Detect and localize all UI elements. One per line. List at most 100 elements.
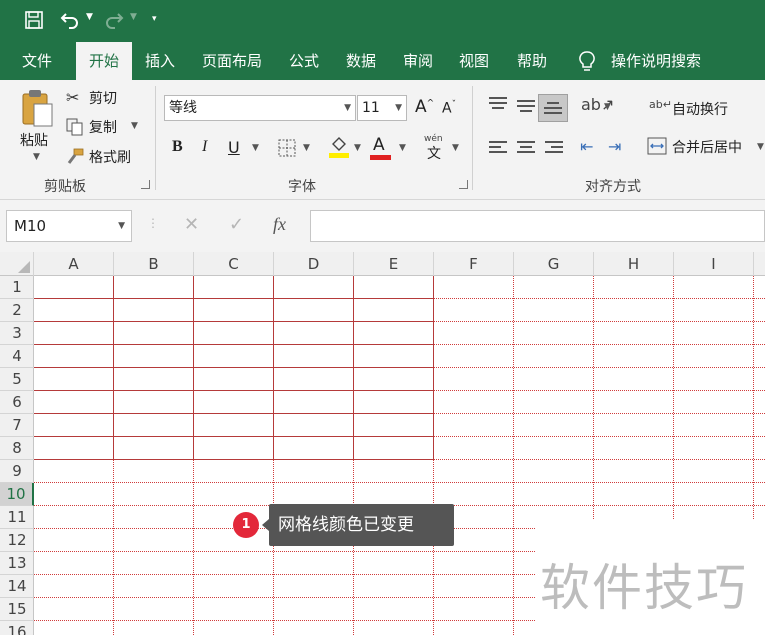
gridline — [513, 276, 514, 635]
chevron-down-icon[interactable]: ▼ — [395, 96, 402, 120]
more-icon: ⋮ — [147, 216, 159, 230]
column-header[interactable]: F — [434, 252, 514, 276]
tab-formulas[interactable]: 公式 — [279, 42, 329, 80]
watermark: 软件技巧 — [540, 559, 748, 617]
row-header[interactable]: 15 — [0, 598, 34, 621]
column-header[interactable]: A — [34, 252, 114, 276]
font-launcher[interactable] — [459, 180, 468, 189]
cell-border — [34, 298, 434, 299]
column-header[interactable]: D — [274, 252, 354, 276]
redo-dropdown-icon[interactable]: ▼ — [130, 12, 137, 22]
row-header[interactable]: 4 — [0, 345, 34, 368]
row-header[interactable]: 14 — [0, 575, 34, 598]
undo-dropdown-icon[interactable]: ▼ — [86, 12, 93, 22]
font-group-label: 字体 — [288, 179, 316, 195]
orientation-dropdown-icon[interactable]: ▼ — [604, 102, 611, 112]
tab-insert[interactable]: 插入 — [135, 42, 185, 80]
row-header[interactable]: 6 — [0, 391, 34, 414]
chevron-down-icon[interactable]: ▼ — [344, 96, 351, 120]
row-header[interactable]: 11 — [0, 506, 34, 529]
tell-me-search[interactable]: 操作说明搜索 — [601, 42, 711, 80]
align-center-icon[interactable] — [517, 141, 535, 155]
align-middle-icon[interactable] — [517, 100, 535, 114]
font-size-combo[interactable]: 11 ▼ — [357, 95, 407, 121]
row-header[interactable]: 9 — [0, 460, 34, 483]
merge-center-button[interactable]: 合并后居中 — [672, 137, 742, 157]
row-header[interactable]: 7 — [0, 414, 34, 437]
row-header[interactable]: 8 — [0, 437, 34, 460]
row-header[interactable]: 16 — [0, 621, 34, 635]
clipboard-launcher[interactable] — [141, 180, 150, 189]
copy-button[interactable]: 复制 — [89, 117, 117, 137]
tab-help[interactable]: 帮助 — [507, 42, 557, 80]
paste-dropdown-icon[interactable]: ▼ — [33, 152, 40, 162]
italic-button[interactable]: I — [202, 138, 207, 156]
chevron-down-icon[interactable]: ▼ — [118, 211, 125, 241]
underline-dropdown-icon[interactable]: ▼ — [252, 143, 259, 153]
column-header[interactable]: E — [354, 252, 434, 276]
font-color-icon[interactable]: A — [373, 135, 385, 155]
increase-indent-icon[interactable]: ⇥ — [608, 137, 621, 156]
wrap-text-button[interactable]: 自动换行 — [672, 99, 728, 119]
name-box[interactable]: M10 ▼ — [6, 210, 132, 242]
cell-border — [34, 436, 434, 437]
decrease-indent-icon[interactable]: ⇤ — [580, 137, 593, 156]
merge-dropdown-icon[interactable]: ▼ — [757, 142, 764, 152]
tab-page-layout[interactable]: 页面布局 — [192, 42, 272, 80]
grow-font-icon[interactable]: A^ — [415, 97, 434, 117]
row-header[interactable]: 3 — [0, 322, 34, 345]
fill-color-dropdown-icon[interactable]: ▼ — [354, 143, 361, 153]
tab-home[interactable]: 开始 — [76, 42, 132, 80]
cell-border — [353, 276, 354, 460]
align-right-icon[interactable] — [545, 141, 563, 155]
copy-dropdown-icon[interactable]: ▼ — [131, 121, 138, 131]
ribbon-tabs: 文件 开始 插入 页面布局 公式 数据 审阅 视图 帮助 操作说明搜索 — [0, 42, 765, 80]
row-header[interactable]: 2 — [0, 299, 34, 322]
redo-icon[interactable] — [104, 11, 124, 29]
bold-button[interactable]: B — [172, 138, 183, 156]
tab-review[interactable]: 审阅 — [393, 42, 443, 80]
row-header[interactable]: 5 — [0, 368, 34, 391]
column-header[interactable]: I — [674, 252, 754, 276]
font-name-value: 等线 — [169, 100, 197, 116]
row-header[interactable]: 1 — [0, 276, 34, 299]
phonetic-guide-icon[interactable]: 文 — [427, 143, 441, 163]
formula-input[interactable] — [310, 210, 765, 242]
row-headers: 1 2 3 4 5 6 7 8 9 10 11 12 13 14 15 16 — [0, 276, 34, 635]
undo-icon[interactable] — [60, 11, 80, 29]
align-left-icon[interactable] — [489, 141, 507, 155]
shrink-font-icon[interactable]: Aˇ — [442, 100, 456, 117]
font-name-combo[interactable]: 等线 ▼ — [164, 95, 356, 121]
tab-file[interactable]: 文件 — [12, 42, 62, 80]
row-header[interactable]: 13 — [0, 552, 34, 575]
confirm-entry-button[interactable]: ✓ — [229, 214, 244, 235]
save-icon[interactable] — [25, 11, 43, 29]
cancel-entry-button[interactable]: ✕ — [184, 214, 199, 235]
align-bottom-icon — [544, 102, 562, 116]
phonetic-dropdown-icon[interactable]: ▼ — [452, 143, 459, 153]
cell-border — [193, 276, 194, 460]
divider — [472, 86, 473, 190]
paste-button[interactable]: 粘贴 — [20, 130, 48, 150]
select-all-button[interactable] — [0, 252, 34, 276]
tab-data[interactable]: 数据 — [336, 42, 386, 80]
customize-qat-icon[interactable]: ▾ — [152, 14, 157, 24]
fill-color-icon[interactable] — [328, 135, 350, 159]
row-header[interactable]: 12 — [0, 529, 34, 552]
align-top-icon[interactable] — [489, 97, 507, 111]
cut-button[interactable]: 剪切 — [89, 88, 117, 108]
borders-dropdown-icon[interactable]: ▼ — [303, 143, 310, 153]
column-header[interactable]: G — [514, 252, 594, 276]
borders-icon[interactable] — [278, 139, 296, 157]
underline-button[interactable]: U — [228, 138, 240, 157]
paste-icon[interactable] — [20, 88, 54, 128]
insert-function-button[interactable]: fx — [273, 214, 286, 235]
column-header[interactable]: B — [114, 252, 194, 276]
column-header[interactable]: C — [194, 252, 274, 276]
font-color-dropdown-icon[interactable]: ▼ — [399, 143, 406, 153]
row-header-active[interactable]: 10 — [0, 483, 34, 506]
cell-border — [433, 276, 434, 460]
column-header[interactable]: H — [594, 252, 674, 276]
format-painter-button[interactable]: 格式刷 — [89, 147, 131, 167]
tab-view[interactable]: 视图 — [449, 42, 499, 80]
